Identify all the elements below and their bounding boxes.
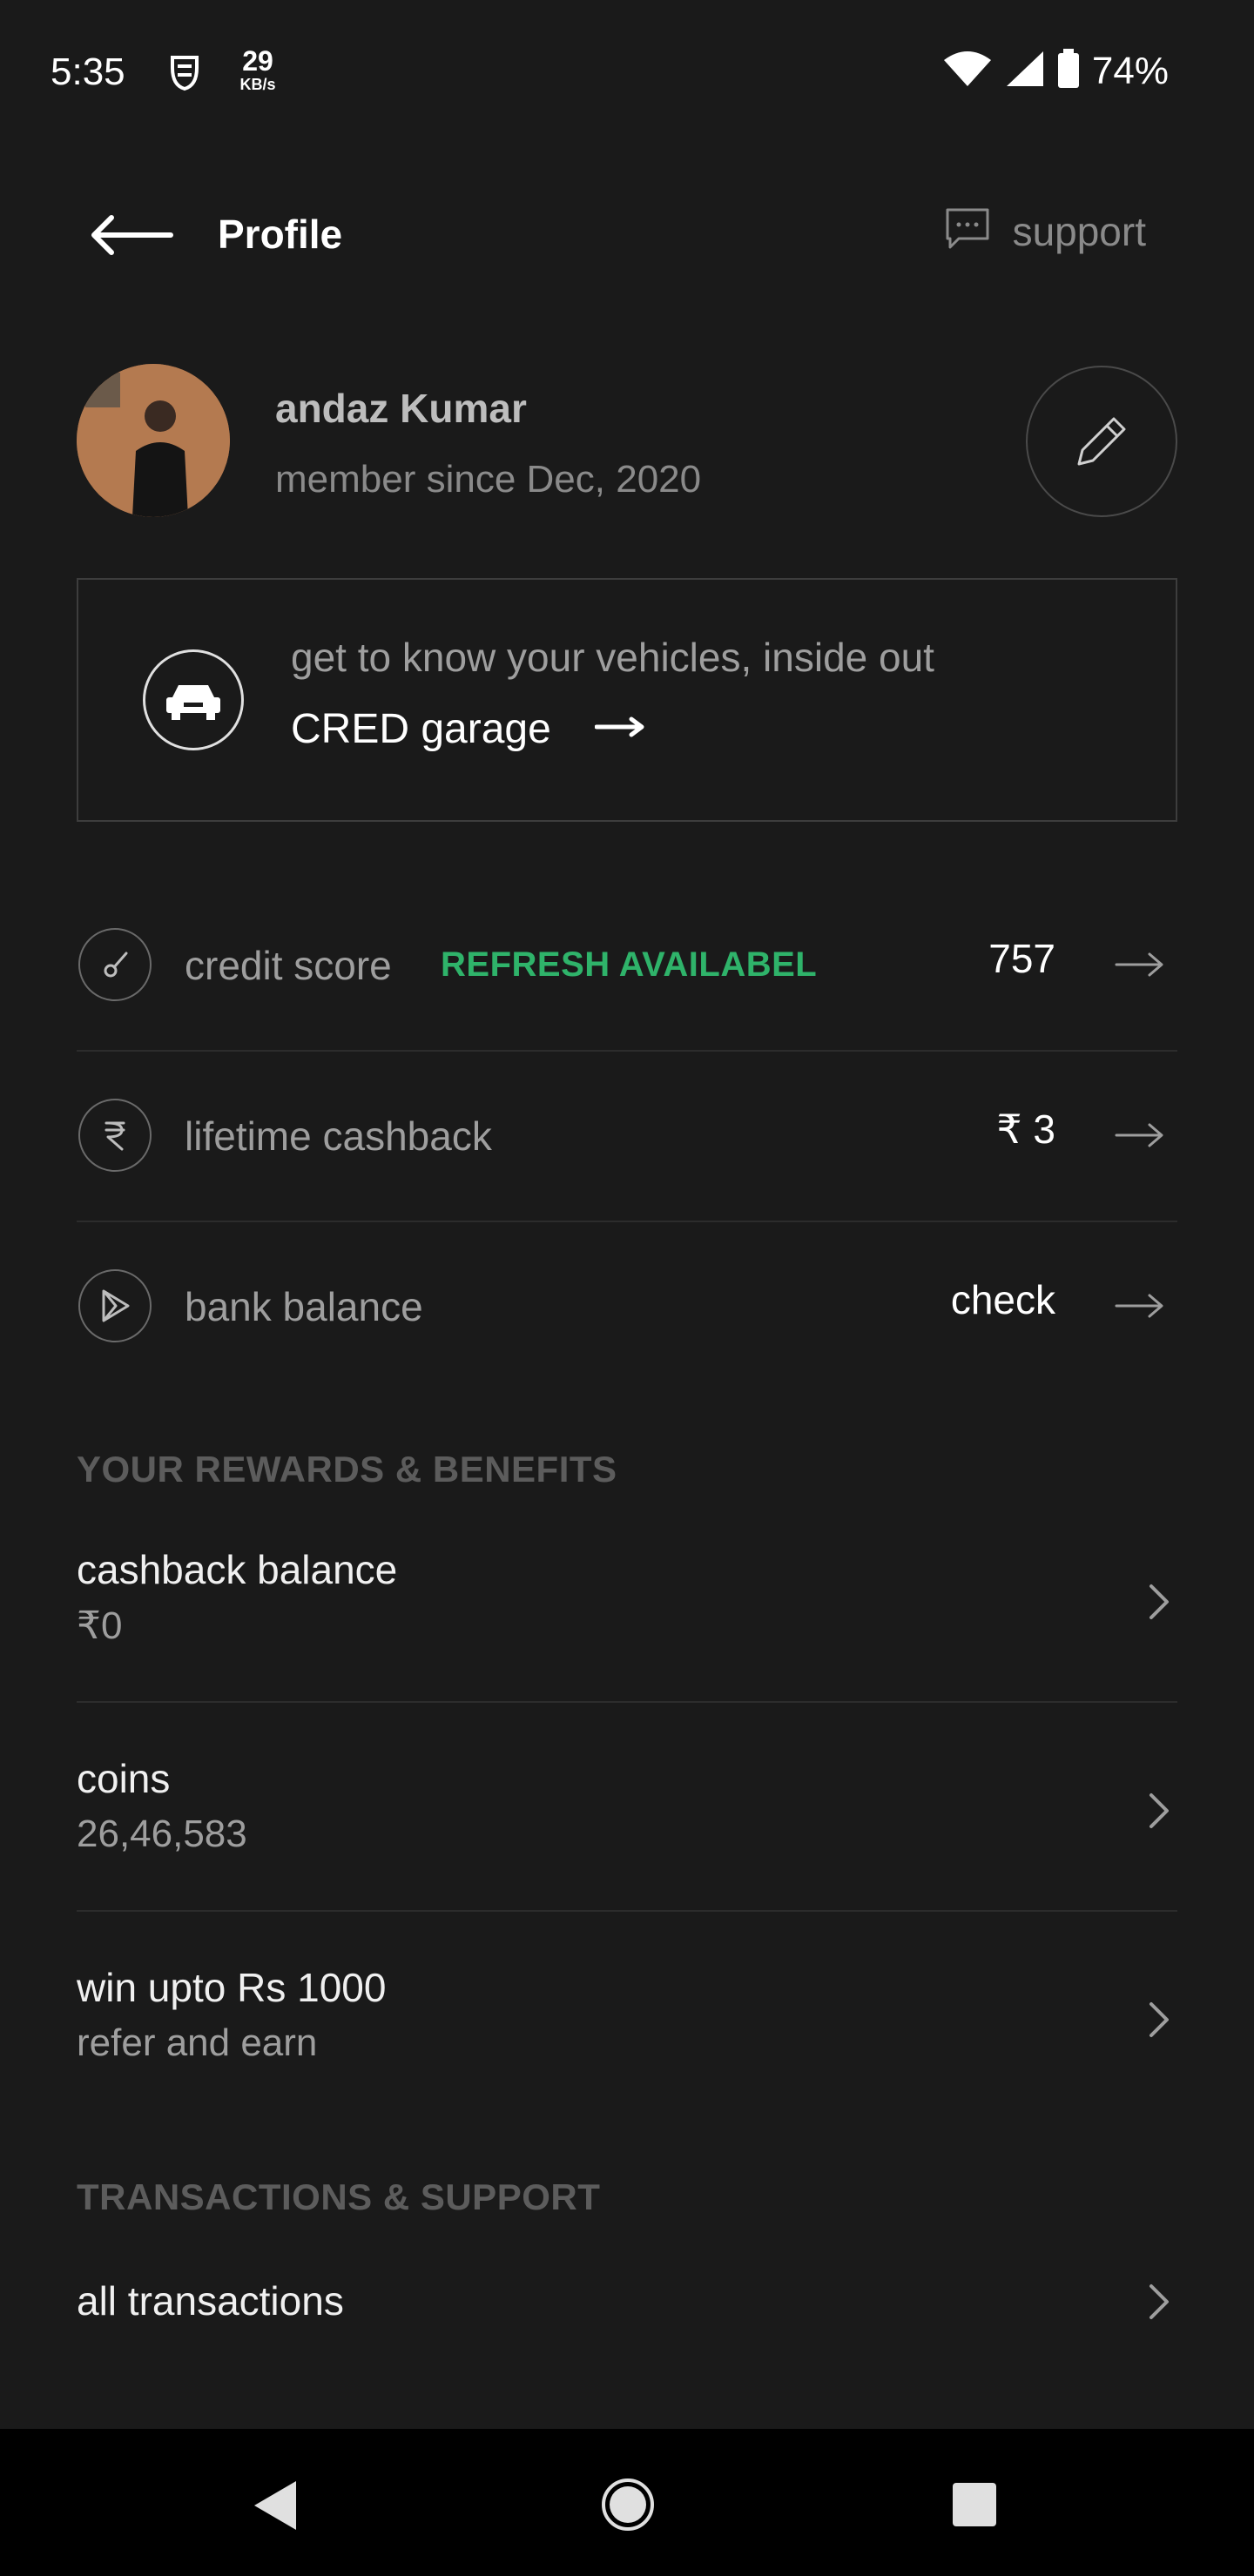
nav-recents-icon[interactable] — [951, 2481, 998, 2528]
user-name: andaz Kumar — [275, 386, 527, 431]
chevron-right-icon — [1150, 2002, 1169, 2037]
support-button[interactable]: support — [945, 207, 1146, 255]
list-item-subtitle: refer and earn — [77, 2021, 318, 2064]
list-item-subtitle: 26,46,583 — [77, 1813, 247, 1855]
battery-percentage: 74% — [1091, 49, 1169, 92]
pencil-icon — [1077, 417, 1126, 466]
bank-balance-value[interactable]: check — [951, 1276, 1055, 1323]
app-header: Profile support — [0, 192, 1254, 279]
list-item-title: coins — [77, 1756, 171, 1801]
car-icon — [143, 649, 244, 750]
battery-icon — [1057, 49, 1080, 93]
credit-score-value: 757 — [988, 936, 1055, 981]
lifetime-cashback-value: ₹ 3 — [996, 1106, 1055, 1152]
coins-row[interactable]: coins 26,46,583 — [77, 1703, 1177, 1912]
system-navigation-bar — [0, 2429, 1254, 2576]
list-item-subtitle: ₹0 — [77, 1604, 123, 1647]
member-since: member since Dec, 2020 — [275, 458, 702, 501]
notification-app-icon — [167, 50, 202, 94]
status-time: 5:35 — [51, 50, 125, 93]
arrow-right-icon — [1115, 1294, 1163, 1318]
chevron-right-icon — [1150, 1584, 1169, 1619]
lifetime-cashback-label: lifetime cashback — [185, 1113, 492, 1159]
back-button[interactable] — [87, 209, 174, 261]
chevron-right-icon — [1150, 2284, 1169, 2319]
bank-balance-row[interactable]: bank balance check — [77, 1222, 1177, 1393]
transactions-section-header: TRANSACTIONS & SUPPORT — [77, 2176, 601, 2217]
status-bar: 5:35 29 KB/s 74% — [0, 0, 1254, 148]
refresh-badge[interactable]: REFRESH AVAILABEL — [441, 945, 817, 985]
chat-icon — [945, 207, 990, 255]
nav-home-icon[interactable] — [601, 2478, 655, 2532]
signal-icon — [1005, 50, 1045, 92]
chevron-right-icon — [1150, 1793, 1169, 1828]
lifetime-cashback-row[interactable]: lifetime cashback ₹ 3 — [77, 1052, 1177, 1222]
list-item-title: all transactions — [77, 2278, 344, 2324]
page-title: Profile — [218, 212, 343, 257]
arrow-right-icon — [594, 714, 647, 744]
bank-balance-label: bank balance — [185, 1284, 423, 1329]
edit-profile-button[interactable] — [1026, 366, 1177, 517]
status-indicators: 74% — [942, 49, 1169, 93]
garage-subtitle: get to know your vehicles, inside out — [291, 635, 934, 680]
gauge-icon — [78, 928, 152, 1001]
support-label: support — [1012, 208, 1146, 254]
user-photo — [77, 364, 230, 517]
rewards-section-header: YOUR REWARDS & BENEFITS — [77, 1449, 617, 1490]
bank-balance-icon — [78, 1269, 152, 1342]
network-speed: 29 KB/s — [239, 45, 276, 93]
wifi-icon — [942, 50, 993, 92]
credit-score-row[interactable]: credit score REFRESH AVAILABEL 757 — [77, 881, 1177, 1052]
all-transactions-row[interactable]: all transactions — [77, 2237, 1177, 2368]
arrow-right-icon — [1115, 952, 1163, 977]
credit-score-label: credit score — [185, 943, 392, 988]
arrow-right-icon — [1115, 1123, 1163, 1147]
avatar[interactable] — [77, 364, 230, 517]
cred-garage-card[interactable]: get to know your vehicles, inside out CR… — [77, 578, 1177, 822]
cashback-balance-row[interactable]: cashback balance ₹0 — [77, 1494, 1177, 1703]
garage-title: CRED garage — [291, 706, 551, 752]
refer-earn-row[interactable]: win upto Rs 1000 refer and earn — [77, 1912, 1177, 2121]
list-item-title: win upto Rs 1000 — [77, 1965, 387, 2010]
rupee-icon — [78, 1099, 152, 1172]
list-item-title: cashback balance — [77, 1547, 398, 1592]
nav-back-icon[interactable] — [251, 2478, 300, 2533]
garage-title-row: CRED garage — [291, 705, 647, 753]
arrow-left-icon — [91, 215, 173, 255]
